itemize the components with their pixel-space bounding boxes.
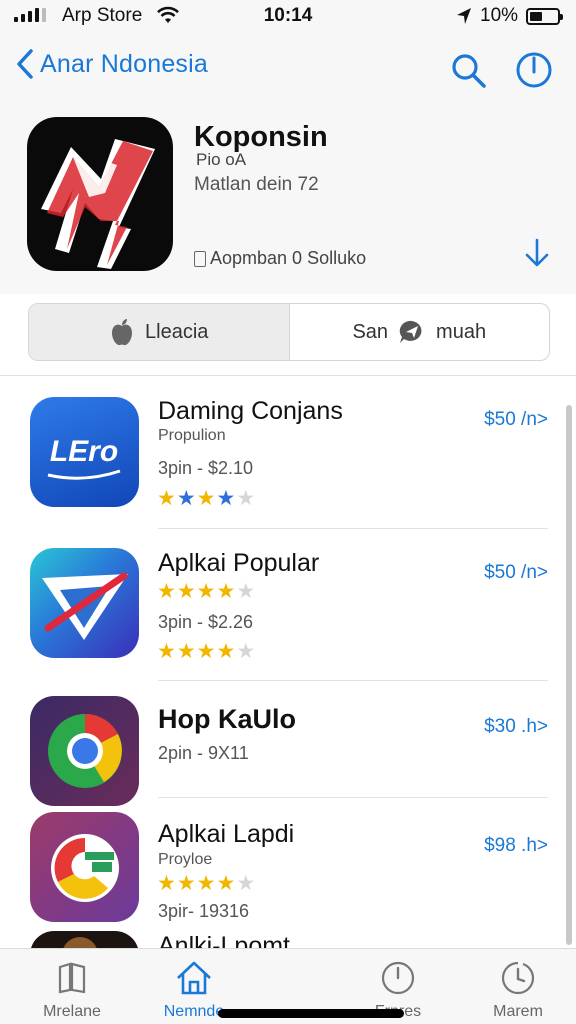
back-button[interactable]: Anar Ndonesia	[16, 48, 208, 80]
app-row-info: 3pin - $2.10	[158, 458, 254, 478]
rating-stars: ★ ★ ★ ★ ★	[157, 872, 256, 895]
app-row-category: Proyloe	[158, 851, 213, 868]
app-row-info: 2pin - 9X11	[158, 743, 249, 763]
app-row-icon	[30, 931, 139, 948]
timer-icon	[501, 961, 535, 995]
rating-stars: ★ ★ ★ ★ ★	[157, 580, 256, 603]
star-icon: ★	[196, 487, 216, 510]
segment-apple[interactable]: Lleacia	[29, 304, 290, 360]
app-row-icon	[30, 548, 139, 658]
home-icon	[177, 961, 211, 995]
tab-more[interactable]: Marem	[446, 949, 576, 1024]
book-icon	[58, 962, 86, 994]
home-indicator[interactable]	[218, 1009, 404, 1018]
list-item[interactable]: Aplkai Popular ★ ★ ★ ★ ★ 3pin - $2.26 ★ ★ ★ ★ ★ …	[0, 528, 576, 681]
tab-label: Marem	[493, 1003, 543, 1020]
status-bar: Arp Store 10:14 10%	[0, 0, 576, 32]
star-icon: ★	[236, 487, 256, 510]
app-row-category: Propulion	[158, 427, 226, 444]
chevron-left-icon	[17, 49, 33, 79]
battery-percent: 10%	[480, 5, 519, 26]
app-row-icon	[30, 812, 139, 922]
app-row-icon-text: LEro	[50, 435, 118, 468]
app-meta-text: Aopmban 0 Solluko	[210, 248, 367, 268]
segment-label: San	[352, 320, 389, 343]
segment-other[interactable]: San muah	[290, 304, 550, 360]
navigation-bar: Anar Ndonesia	[0, 32, 576, 108]
app-row-icon: LEro	[30, 397, 139, 507]
app-row-title: Aplkai Popular	[158, 549, 320, 577]
app-row-title: Anlki-Lpomt	[158, 932, 290, 948]
app-header: Koponsin Pio oA Matlan dein 72 Aopmban 0…	[0, 108, 576, 361]
rating-stars: ★ ★ ★ ★ ★	[157, 488, 255, 509]
star-icon: ★	[216, 487, 236, 510]
location-icon	[457, 8, 471, 24]
app-logo-icon[interactable]	[27, 117, 173, 271]
app-row-price[interactable]: $98 .h>	[484, 835, 548, 857]
list-item[interactable]: Hop KaUlo 2pin - 9X11 $30 .h>	[0, 680, 576, 806]
app-row-price[interactable]: $30 .h>	[484, 716, 548, 738]
segment-label-2: muah	[436, 320, 487, 343]
search-icon[interactable]	[448, 50, 488, 90]
list-item[interactable]: LEro Daming Conjans Propulion 3pin - $2.…	[0, 376, 576, 529]
segmented-control: Lleacia San muah	[28, 303, 550, 361]
list-item[interactable]: Aplkai Lapdi Proyloe ★ ★ ★ ★ ★ 3pir- 19316 $…	[0, 797, 576, 927]
app-row-price[interactable]: $50 /n>	[484, 562, 548, 584]
rating-stars: ★ ★ ★ ★ ★	[157, 640, 256, 663]
segment-label: Lleacia	[145, 320, 209, 343]
back-label: Anar Ndonesia	[40, 49, 208, 78]
app-row-icon	[30, 696, 139, 806]
star-icon: ★	[157, 487, 176, 510]
app-detail: Matlan dein 72	[194, 174, 319, 195]
app-row-info: 3pin - $2.26	[158, 612, 254, 632]
app-row-title: Hop KaUlo	[158, 704, 296, 734]
clock-icon	[381, 961, 415, 995]
app-row-price[interactable]: $50 /n>	[484, 409, 548, 431]
battery-icon	[526, 8, 563, 25]
info-icon[interactable]	[514, 50, 554, 90]
app-list: LEro Daming Conjans Propulion 3pin - $2.…	[0, 376, 576, 948]
app-meta: Aopmban 0 Solluko	[194, 248, 366, 269]
star-icon: ★	[176, 487, 196, 510]
list-item[interactable]: Anlki-Lpomt	[0, 927, 576, 948]
app-subtitle: Pio oA	[196, 150, 247, 169]
download-icon[interactable]	[520, 236, 554, 270]
app-row-title: Aplkai Lapdi	[158, 820, 295, 848]
document-icon	[194, 250, 206, 267]
app-row-info: 3pir- 19316	[158, 901, 250, 921]
scrollbar[interactable]	[566, 405, 572, 945]
app-row-title: Daming Conjans	[158, 397, 343, 425]
apple-icon	[112, 319, 133, 346]
message-icon	[399, 320, 422, 343]
